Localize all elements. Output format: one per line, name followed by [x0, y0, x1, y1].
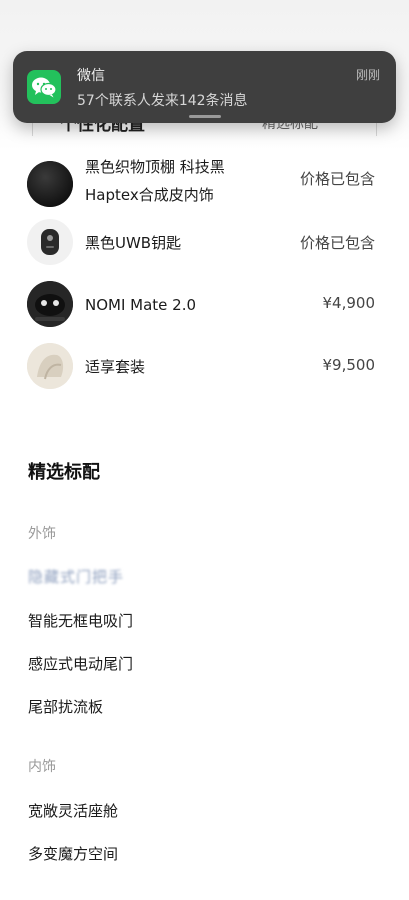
notification-time: 刚刚	[355, 68, 380, 82]
wechat-notification-banner[interactable]: 微信 57个联系人发来142条消息 刚刚	[13, 51, 396, 123]
comfort-package-thumbnail	[27, 343, 73, 389]
feature-item: 隐藏式门把手	[28, 568, 125, 586]
item-name-line1: 黑色织物顶棚 科技黑	[85, 158, 225, 176]
item-name-line2: Haptex合成皮内饰	[85, 186, 214, 204]
feature-item: 感应式电动尾门	[28, 655, 134, 673]
feature-item: 智能无框电吸门	[28, 612, 134, 630]
page: 个性化配置 精选标配 黑色织物顶棚 科技黑 Haptex合成皮内饰 价格已包含	[0, 0, 409, 900]
feature-item: 多变魔方空间	[28, 845, 119, 863]
config-item[interactable]: 黑色织物顶棚 科技黑 Haptex合成皮内饰 价格已包含	[0, 154, 409, 214]
group-label-exterior: 外饰	[28, 526, 56, 542]
group-label-interior: 内饰	[28, 759, 56, 775]
item-price: 价格已包含	[299, 234, 375, 252]
uwb-key-thumbnail	[27, 219, 73, 265]
standard-features-title: 精选标配	[28, 462, 100, 483]
feature-item: 尾部扰流板	[28, 698, 104, 716]
item-price: ¥4,900	[322, 294, 376, 312]
nomi-mate-thumbnail	[27, 281, 73, 327]
config-item[interactable]: 黑色UWB钥匙 价格已包含	[0, 218, 409, 265]
item-name-line1: 黑色UWB钥匙	[85, 234, 182, 252]
config-item[interactable]: NOMI Mate 2.0 ¥4,900	[0, 280, 409, 327]
item-name-line1: 适享套装	[85, 358, 146, 376]
item-price: ¥9,500	[322, 356, 376, 374]
item-price: 价格已包含	[299, 170, 375, 188]
wechat-icon	[27, 70, 61, 104]
fabric-roof-thumbnail	[27, 161, 73, 207]
config-item[interactable]: 适享套装 ¥9,500	[0, 342, 409, 389]
feature-item: 宽敞灵活座舱	[28, 802, 119, 820]
notification-message: 57个联系人发来142条消息	[77, 93, 248, 109]
notification-app-name: 微信	[77, 68, 105, 84]
notification-drag-handle[interactable]	[189, 115, 221, 118]
item-name-line1: NOMI Mate 2.0	[85, 296, 197, 314]
